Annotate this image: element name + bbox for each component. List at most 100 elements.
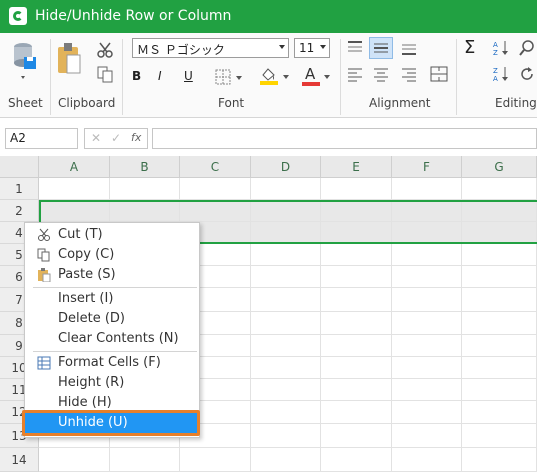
column-header-b[interactable]: B: [110, 156, 180, 178]
formula-buttons: ✕ ✓ fx: [84, 128, 148, 149]
sort-desc-button[interactable]: ZA: [492, 65, 510, 83]
menu-item-label: Delete (D): [58, 311, 125, 326]
context-menu: Cut (T) Copy (C) Paste (S) Insert (I) De…: [24, 222, 200, 438]
autosum-button[interactable]: Σ: [464, 37, 482, 59]
fill-bucket-icon: [260, 68, 289, 85]
align-bottom-icon: [402, 44, 416, 55]
font-size-select[interactable]: 11: [294, 38, 330, 58]
menu-separator: [33, 351, 197, 352]
font-color-button[interactable]: A: [300, 65, 334, 87]
font-color-swatch: [302, 82, 320, 86]
app-logo-icon: [9, 7, 27, 25]
cancel-icon[interactable]: ✕: [91, 131, 101, 145]
column-header-g[interactable]: G: [462, 156, 537, 178]
menu-item-cut[interactable]: Cut (T): [25, 225, 199, 245]
group-label-alignment: Alignment: [369, 96, 431, 110]
merge-cells-icon: [430, 66, 448, 82]
column-header-c[interactable]: C: [180, 156, 251, 178]
function-icon[interactable]: fx: [131, 131, 141, 144]
sheet-button[interactable]: [8, 41, 44, 89]
menu-item-insert[interactable]: Insert (I): [25, 289, 199, 309]
sigma-icon: Σ: [464, 37, 476, 58]
scissors-icon: [97, 42, 113, 58]
paste-button[interactable]: [56, 41, 86, 87]
formula-input[interactable]: [152, 128, 537, 149]
menu-item-label: Insert (I): [58, 291, 114, 306]
paste-icon: [58, 43, 81, 74]
divider: [340, 39, 341, 115]
menu-item-label: Paste (S): [58, 267, 116, 282]
chevron-down-icon: [279, 45, 285, 49]
menu-item-delete[interactable]: Delete (D): [25, 309, 199, 329]
select-all-corner[interactable]: [0, 156, 39, 178]
fill-color-button[interactable]: [258, 65, 292, 87]
window-title: Hide/Unhide Row or Column: [35, 8, 232, 24]
title-bar: Hide/Unhide Row or Column: [0, 0, 537, 33]
menu-item-height[interactable]: Height (R): [25, 373, 199, 393]
gridline: [39, 447, 537, 448]
align-right-icon: [402, 68, 416, 82]
copy-icon: [97, 66, 113, 83]
font-size-value: 11: [299, 41, 315, 55]
confirm-icon[interactable]: ✓: [111, 131, 121, 145]
align-left-button[interactable]: [346, 65, 364, 83]
copy-icon: [37, 248, 50, 262]
align-middle-button[interactable]: [369, 37, 393, 59]
refresh-icon: [521, 67, 533, 80]
border-icon: [215, 69, 242, 85]
group-label-editing: Editing: [495, 96, 537, 110]
italic-label: I: [158, 69, 162, 83]
column-header-a[interactable]: A: [39, 156, 110, 178]
align-top-icon: [348, 41, 362, 52]
search-icon: [519, 40, 534, 56]
align-right-button[interactable]: [400, 65, 418, 83]
menu-item-clear-contents[interactable]: Clear Contents (N): [25, 329, 199, 349]
font-name-select[interactable]: ＭＳ Ｐゴシック: [132, 38, 289, 58]
unhide-highlight-frame: [22, 410, 200, 436]
group-label-sheet: Sheet: [8, 96, 43, 110]
chevron-down-icon: [320, 45, 326, 49]
bold-button[interactable]: B: [132, 69, 146, 85]
svg-text:Z: Z: [493, 67, 498, 75]
font-name-value: ＭＳ Ｐゴシック: [137, 43, 225, 57]
paste-icon: [38, 268, 51, 282]
svg-text:A: A: [493, 75, 498, 83]
refresh-button[interactable]: [518, 65, 536, 83]
font-color-glyph: A: [305, 65, 316, 83]
ribbon: Sheet Clipboard ＭＳ Ｐゴシック 11 B I U A Font…: [0, 33, 537, 118]
menu-item-label: Clear Contents (N): [58, 331, 179, 346]
menu-item-paste[interactable]: Paste (S): [25, 265, 199, 285]
border-button[interactable]: [214, 68, 246, 86]
italic-button[interactable]: I: [158, 69, 172, 85]
column-header-d[interactable]: D: [251, 156, 321, 178]
underline-button[interactable]: U: [184, 69, 198, 85]
menu-item-format-cells[interactable]: Format Cells (F): [25, 353, 199, 373]
menu-item-label: Cut (T): [58, 227, 103, 242]
column-header-f[interactable]: F: [392, 156, 462, 178]
menu-item-label: Copy (C): [58, 247, 115, 262]
svg-text:Z: Z: [493, 49, 498, 57]
row-header-1[interactable]: 1: [0, 178, 39, 200]
copy-button[interactable]: [96, 65, 114, 83]
format-cells-icon: [37, 356, 51, 370]
name-box[interactable]: A2: [5, 128, 78, 149]
scissors-icon: [38, 228, 50, 241]
align-bottom-button[interactable]: [400, 39, 418, 57]
divider: [50, 39, 51, 115]
column-header-e[interactable]: E: [321, 156, 392, 178]
align-center-icon: [374, 68, 388, 82]
menu-item-label: Height (R): [58, 375, 125, 390]
align-middle-icon: [374, 43, 388, 53]
row-header-2[interactable]: 2: [0, 200, 39, 222]
row-header-14[interactable]: 14: [0, 448, 39, 472]
merge-cells-button[interactable]: [430, 65, 448, 83]
menu-item-copy[interactable]: Copy (C): [25, 245, 199, 265]
chevron-down-icon: [324, 75, 330, 79]
find-button[interactable]: [518, 39, 536, 57]
cut-button[interactable]: [96, 41, 114, 59]
sort-asc-button[interactable]: AZ: [492, 39, 510, 57]
sheet-stack-icon: [14, 43, 36, 79]
align-top-button[interactable]: [346, 39, 364, 57]
align-left-icon: [348, 68, 362, 82]
align-center-button[interactable]: [372, 65, 390, 83]
